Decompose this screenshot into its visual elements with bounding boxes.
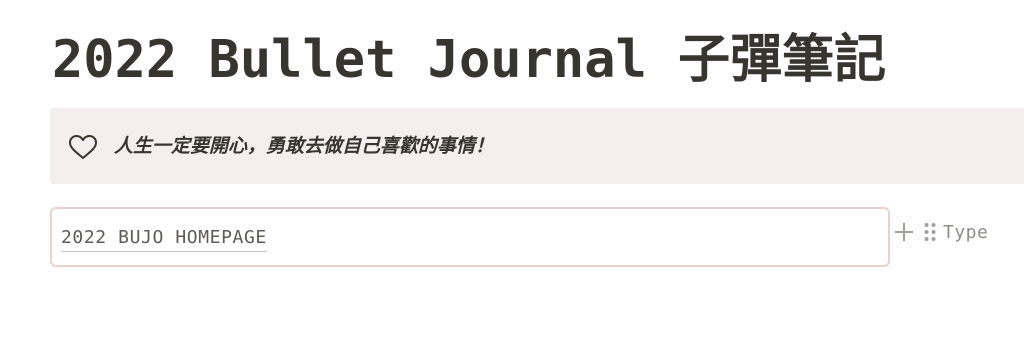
page-title[interactable]: 2022 Bullet Journal 子彈筆記: [52, 22, 886, 98]
plus-icon[interactable]: [893, 221, 915, 243]
homepage-link-block[interactable]: 2022 BUJO HOMEPAGE: [50, 207, 890, 267]
drag-handle-icon[interactable]: [923, 221, 937, 243]
callout-text[interactable]: 人生一定要開心，勇敢去做自己喜歡的事情！: [114, 132, 494, 160]
type-placeholder[interactable]: Type: [943, 222, 988, 243]
block-tools: Type: [893, 218, 988, 246]
callout-block[interactable]: 人生一定要開心，勇敢去做自己喜歡的事情！: [50, 108, 1024, 184]
homepage-link[interactable]: 2022 BUJO HOMEPAGE: [61, 225, 267, 252]
heart-icon[interactable]: [68, 134, 98, 160]
